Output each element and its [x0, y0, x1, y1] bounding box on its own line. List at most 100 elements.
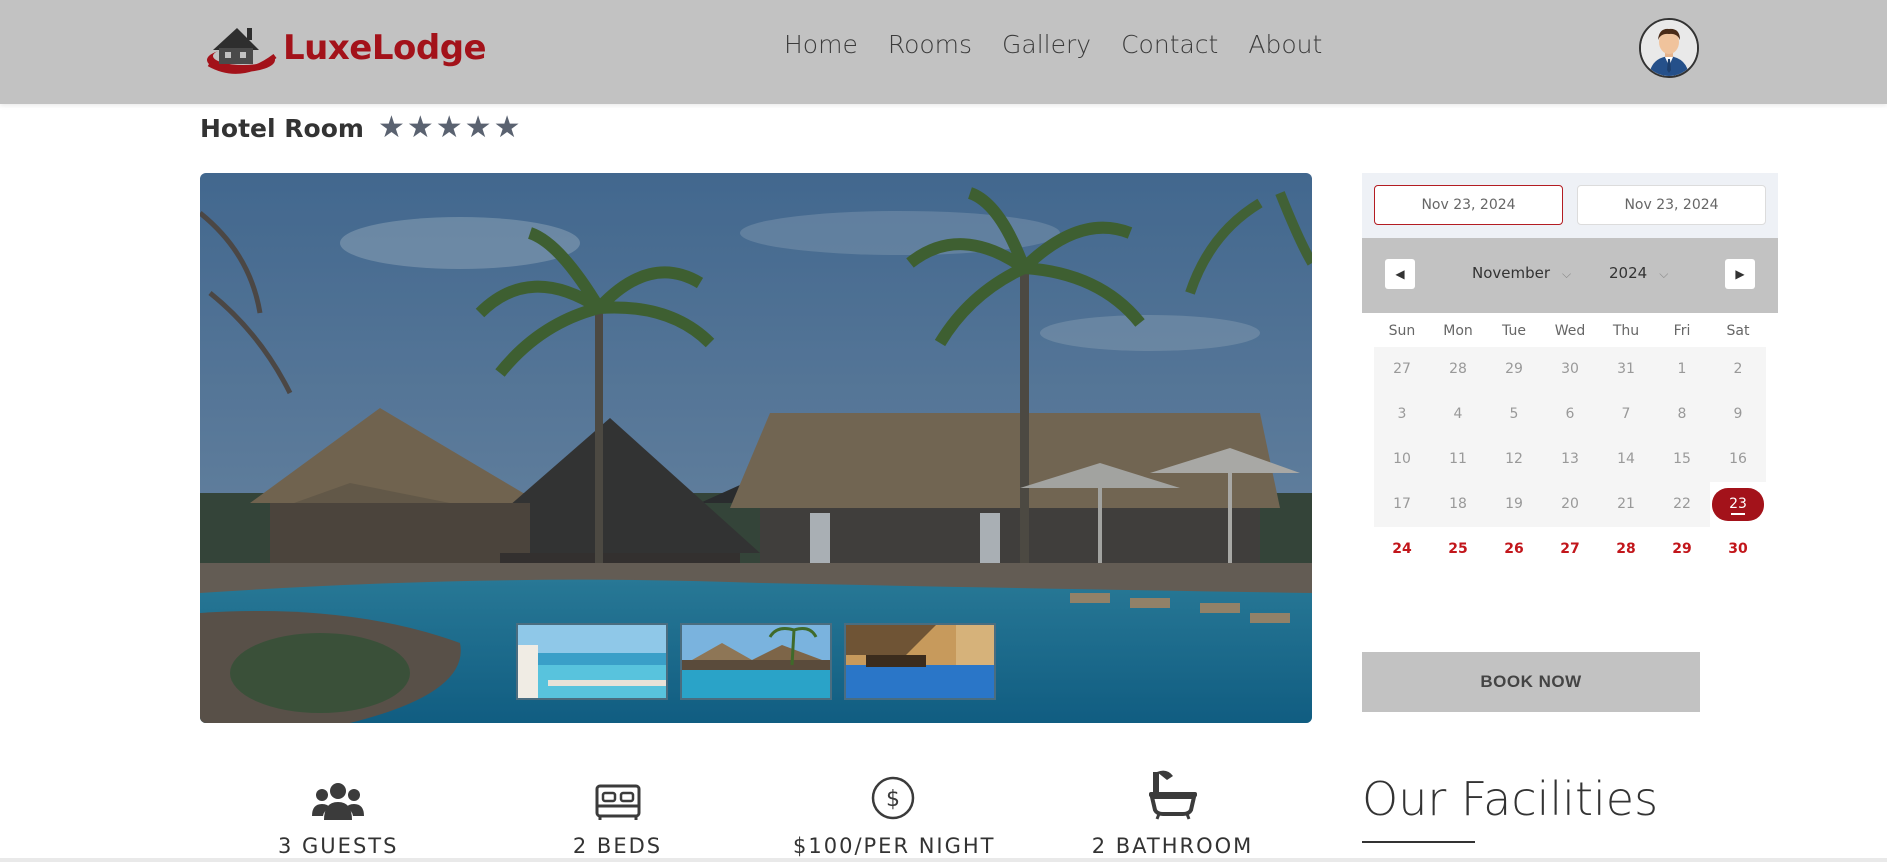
month-select-value: November [1472, 264, 1551, 282]
star-icon: ★ [406, 110, 434, 145]
calendar-header: ◀ November ⌵ 2024 ⌵ ▶ [1362, 238, 1778, 313]
users-icon [312, 783, 364, 820]
calendar-day[interactable]: 28 [1430, 347, 1486, 392]
calendar-day[interactable]: 13 [1542, 437, 1598, 482]
calendar-day[interactable]: 31 [1598, 347, 1654, 392]
calendar-day[interactable]: 25 [1430, 527, 1486, 572]
feature-bathroom-label: 2 BATHROOM [1091, 834, 1254, 858]
calendar-day[interactable]: 3 [1374, 392, 1430, 437]
next-month-button[interactable]: ▶ [1725, 259, 1755, 289]
brand-name: LuxeLodge [283, 28, 487, 68]
site-header: LuxeLodge Home Rooms Gallery Contact Abo… [0, 0, 1887, 104]
feature-beds-label: 2 BEDS [572, 834, 663, 858]
calendar-day[interactable]: 10 [1374, 437, 1430, 482]
calendar-day[interactable]: 7 [1598, 392, 1654, 437]
calendar-week: 24 25 26 27 28 29 30 [1374, 527, 1766, 572]
calendar-week: 3 4 5 6 7 8 9 [1374, 392, 1766, 437]
calendar-day[interactable]: 29 [1486, 347, 1542, 392]
bed-icon [595, 784, 640, 820]
svg-text:$: $ [886, 787, 900, 812]
heading-underline [1362, 841, 1475, 843]
feature-bathroom: 2 BATHROOM [1090, 768, 1255, 858]
star-icon: ★ [493, 110, 521, 145]
feature-beds: 2 BEDS [555, 768, 680, 858]
thumbnail-pool-view[interactable] [844, 623, 996, 700]
selected-day-value: 23 [1729, 496, 1747, 512]
calendar-day[interactable]: 29 [1654, 527, 1710, 572]
chevron-down-icon: ⌵ [1562, 267, 1572, 281]
nav-home[interactable]: Home [784, 30, 858, 59]
date-range-inputs: Nov 23, 2024 Nov 23, 2024 [1362, 173, 1778, 238]
calendar-day[interactable]: 24 [1374, 527, 1430, 572]
page-divider [0, 858, 1887, 862]
main-nav: Home Rooms Gallery Contact About [784, 30, 1352, 59]
calendar-day[interactable]: 17 [1374, 482, 1430, 527]
calendar-day[interactable]: 1 [1654, 347, 1710, 392]
thumbnail-beach-pool[interactable] [516, 623, 668, 700]
user-avatar-icon [1641, 20, 1697, 76]
calendar-week: 27 28 29 30 31 1 2 [1374, 347, 1766, 392]
calendar-day[interactable]: 19 [1486, 482, 1542, 527]
calendar-day[interactable]: 27 [1542, 527, 1598, 572]
brand-logo[interactable]: LuxeLodge [203, 20, 487, 76]
nav-gallery[interactable]: Gallery [1002, 30, 1091, 59]
calendar-day[interactable]: 2 [1710, 347, 1766, 392]
calendar-day[interactable]: 16 [1710, 437, 1766, 482]
calendar-day[interactable]: 27 [1374, 347, 1430, 392]
calendar-days: 27 28 29 30 31 1 2 3 4 5 6 7 8 9 10 11 1… [1374, 347, 1766, 572]
room-title-row: Hotel Room ★ ★ ★ ★ ★ [200, 113, 520, 143]
star-rating: ★ ★ ★ ★ ★ [378, 113, 521, 143]
calendar-day[interactable]: 9 [1710, 392, 1766, 437]
calendar-day[interactable]: 30 [1542, 347, 1598, 392]
feature-guests: 3 GUESTS [278, 768, 398, 858]
page-title: Hotel Room [200, 113, 364, 143]
weekday-label: Wed [1554, 323, 1586, 339]
star-icon: ★ [464, 110, 492, 145]
calendar-day[interactable]: 11 [1430, 437, 1486, 482]
feature-guests-label: 3 GUESTS [278, 834, 399, 858]
calendar-day[interactable]: 5 [1486, 392, 1542, 437]
weekday-label: Fri [1673, 323, 1691, 339]
weekday-label: Thu [1612, 323, 1640, 339]
checkin-date-input[interactable]: Nov 23, 2024 [1374, 185, 1563, 225]
calendar-day[interactable]: 26 [1486, 527, 1542, 572]
facilities-heading: Our Facilities [1362, 772, 1659, 826]
calendar-day-selected[interactable]: 23 [1710, 482, 1766, 527]
nav-about[interactable]: About [1248, 30, 1322, 59]
bathtub-icon [1148, 770, 1197, 820]
dollar-icon: $ [871, 776, 915, 820]
calendar-day[interactable]: 30 [1710, 527, 1766, 572]
calendar-day[interactable]: 14 [1598, 437, 1654, 482]
weekday-label: Mon [1443, 323, 1473, 339]
checkout-date-input[interactable]: Nov 23, 2024 [1577, 185, 1766, 225]
calendar-day[interactable]: 21 [1598, 482, 1654, 527]
booking-datepicker: Nov 23, 2024 Nov 23, 2024 ◀ November ⌵ 20… [1362, 173, 1778, 572]
nav-rooms[interactable]: Rooms [888, 30, 972, 59]
calendar-day[interactable]: 4 [1430, 392, 1486, 437]
user-avatar[interactable] [1639, 18, 1699, 78]
book-now-button[interactable]: BOOK NOW [1362, 652, 1700, 712]
prev-month-button[interactable]: ◀ [1385, 259, 1415, 289]
calendar-day[interactable]: 8 [1654, 392, 1710, 437]
nav-contact[interactable]: Contact [1121, 30, 1218, 59]
calendar-day[interactable]: 12 [1486, 437, 1542, 482]
month-select[interactable]: November ⌵ [1472, 264, 1571, 282]
thumbnail-resort-pool[interactable] [680, 623, 832, 700]
calendar-day[interactable]: 15 [1654, 437, 1710, 482]
calendar-day[interactable]: 28 [1598, 527, 1654, 572]
chevron-down-icon: ⌵ [1659, 267, 1669, 281]
calendar-day[interactable]: 6 [1542, 392, 1598, 437]
weekday-label: Sat [1726, 323, 1750, 339]
star-icon: ★ [435, 110, 463, 145]
gallery-thumbnails [516, 623, 996, 700]
feature-price-label: $100/PER NIGHT [793, 834, 996, 858]
star-icon: ★ [377, 110, 405, 145]
calendar-day[interactable]: 18 [1430, 482, 1486, 527]
calendar-day[interactable]: 20 [1542, 482, 1598, 527]
lodge-logo-icon [207, 28, 277, 74]
weekday-row: Sun Mon Tue Wed Thu Fri Sat [1362, 323, 1778, 339]
selected-day-pill: 23 [1712, 488, 1764, 521]
calendar-day[interactable]: 22 [1654, 482, 1710, 527]
calendar-week: 10 11 12 13 14 15 16 [1374, 437, 1766, 482]
year-select[interactable]: 2024 ⌵ [1609, 264, 1668, 282]
